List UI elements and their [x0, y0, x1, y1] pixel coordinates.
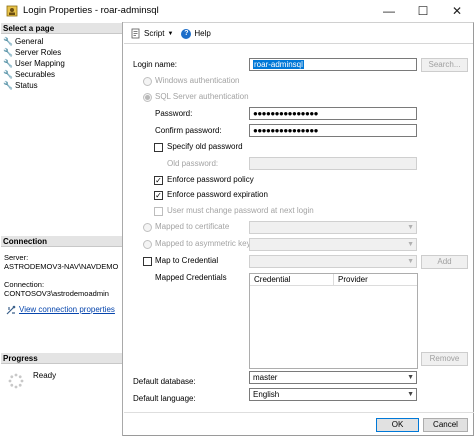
- page-item-server-roles[interactable]: 🔧 Server Roles: [3, 47, 61, 58]
- login-name-label: Login name:: [133, 60, 178, 69]
- window-title: Login Properties - roar-adminsql: [23, 5, 159, 16]
- old-password-label: Old password:: [167, 159, 219, 168]
- wrench-icon: 🔧: [3, 59, 13, 68]
- page-item-user-mapping[interactable]: 🔧 User Mapping: [3, 58, 65, 69]
- page-item-securables[interactable]: 🔧 Securables: [3, 69, 55, 80]
- server-label: Server:: [4, 253, 29, 262]
- title-bar: Login Properties - roar-adminsql — ☐ ✕: [0, 0, 474, 22]
- chevron-down-icon: ▼: [407, 241, 414, 248]
- confirm-password-label: Confirm password:: [155, 126, 222, 135]
- page-item-general[interactable]: 🔧 General: [3, 36, 43, 47]
- help-label: Help: [194, 29, 211, 38]
- mapped-certificate-radio[interactable]: [143, 223, 152, 232]
- default-language-select[interactable]: English ▼: [249, 388, 417, 401]
- progress-status: Ready: [33, 371, 57, 380]
- server-value: ASTRODEMOV3-NAV\NAVDEMO: [4, 262, 119, 271]
- progress-spinner-icon: [8, 373, 24, 389]
- maximize-button[interactable]: ☐: [406, 0, 440, 22]
- windows-auth-label: Windows authentication: [155, 76, 240, 85]
- default-database-label: Default database:: [133, 377, 196, 386]
- password-value: ●●●●●●●●●●●●●●●: [253, 109, 318, 118]
- page-item-label: Securables: [15, 70, 56, 79]
- password-label: Password:: [155, 109, 193, 118]
- mapped-asymmetric-key-radio[interactable]: [143, 240, 152, 249]
- select-page-header: Select a page: [1, 23, 122, 34]
- chevron-down-icon[interactable]: ▼: [167, 31, 173, 37]
- default-database-value: master: [253, 373, 278, 382]
- footer-separator: [124, 412, 474, 413]
- grid-header: Credential Provider: [250, 274, 417, 286]
- cancel-button[interactable]: Cancel: [423, 418, 468, 432]
- login-name-value: roar-adminsql: [253, 60, 304, 69]
- wrench-icon: 🔧: [3, 48, 13, 57]
- script-button[interactable]: Script ▼: [130, 28, 173, 39]
- enforce-expiration-checkbox[interactable]: ✓: [154, 191, 163, 200]
- search-button[interactable]: Search...: [421, 58, 468, 72]
- connection-properties-icon: [6, 305, 16, 314]
- ok-button[interactable]: OK: [376, 418, 419, 432]
- view-connection-properties-link[interactable]: View connection properties: [6, 304, 115, 315]
- page-item-label: General: [15, 37, 44, 46]
- must-change-checkbox[interactable]: [154, 207, 163, 216]
- connection-value: CONTOSOV3\astrodemoadmin: [4, 289, 109, 298]
- login-properties-icon: [6, 5, 18, 17]
- password-input[interactable]: ●●●●●●●●●●●●●●●: [249, 107, 417, 120]
- view-connection-properties-label: View connection properties: [19, 305, 115, 314]
- sql-auth-radio[interactable]: [143, 93, 152, 102]
- confirm-password-value: ●●●●●●●●●●●●●●●: [253, 126, 318, 135]
- must-change-label: User must change password at next login: [167, 206, 314, 215]
- wrench-icon: 🔧: [3, 37, 13, 46]
- wrench-icon: 🔧: [3, 70, 13, 79]
- page-item-label: Server Roles: [15, 48, 62, 57]
- help-button[interactable]: ? Help: [181, 28, 211, 39]
- map-credential-label: Map to Credential: [155, 256, 219, 265]
- remove-credential-button[interactable]: Remove: [421, 352, 468, 366]
- page-item-label: User Mapping: [15, 59, 65, 68]
- credential-select[interactable]: ▼: [249, 255, 417, 268]
- enforce-policy-label: Enforce password policy: [167, 175, 254, 184]
- chevron-down-icon: ▼: [407, 258, 414, 265]
- old-password-input[interactable]: [249, 157, 417, 170]
- mapped-credentials-grid[interactable]: Credential Provider: [249, 273, 418, 369]
- login-name-input[interactable]: roar-adminsql: [249, 58, 417, 71]
- toolbar: Script ▼ ? Help: [124, 24, 473, 44]
- page-item-status[interactable]: 🔧 Status: [3, 80, 38, 91]
- sql-auth-label: SQL Server authentication: [155, 92, 249, 101]
- windows-auth-radio[interactable]: [143, 77, 152, 86]
- script-label: Script: [144, 29, 165, 38]
- mapped-certificate-label: Mapped to certificate: [155, 222, 230, 231]
- default-database-select[interactable]: master ▼: [249, 371, 417, 384]
- script-icon: [131, 28, 140, 39]
- add-credential-button[interactable]: Add: [421, 255, 468, 269]
- asymmetric-key-select[interactable]: ▼: [249, 238, 417, 251]
- mapped-credentials-label: Mapped Credentials: [155, 273, 227, 282]
- provider-column-header[interactable]: Provider: [334, 274, 417, 285]
- connection-label: Connection:: [4, 280, 45, 289]
- minimize-button[interactable]: —: [372, 0, 406, 22]
- chevron-down-icon: ▼: [407, 391, 414, 398]
- wrench-icon: 🔧: [3, 81, 13, 90]
- chevron-down-icon: ▼: [407, 224, 414, 231]
- enforce-expiration-label: Enforce password expiration: [167, 190, 268, 199]
- help-icon: ?: [181, 28, 192, 39]
- confirm-password-input[interactable]: ●●●●●●●●●●●●●●●: [249, 124, 417, 137]
- map-credential-checkbox[interactable]: [143, 257, 152, 266]
- specify-old-password-checkbox[interactable]: [154, 143, 163, 152]
- default-language-label: Default language:: [133, 394, 196, 403]
- page-item-label: Status: [15, 81, 38, 90]
- specify-old-password-label: Specify old password: [167, 142, 243, 151]
- enforce-policy-checkbox[interactable]: ✓: [154, 176, 163, 185]
- mapped-asymmetric-key-label: Mapped to asymmetric key: [155, 239, 251, 248]
- certificate-select[interactable]: ▼: [249, 221, 417, 234]
- default-language-value: English: [253, 390, 280, 399]
- close-button[interactable]: ✕: [440, 0, 474, 22]
- progress-header: Progress: [1, 353, 122, 364]
- connection-header: Connection: [1, 236, 122, 247]
- credential-column-header[interactable]: Credential: [250, 274, 334, 285]
- chevron-down-icon: ▼: [407, 374, 414, 381]
